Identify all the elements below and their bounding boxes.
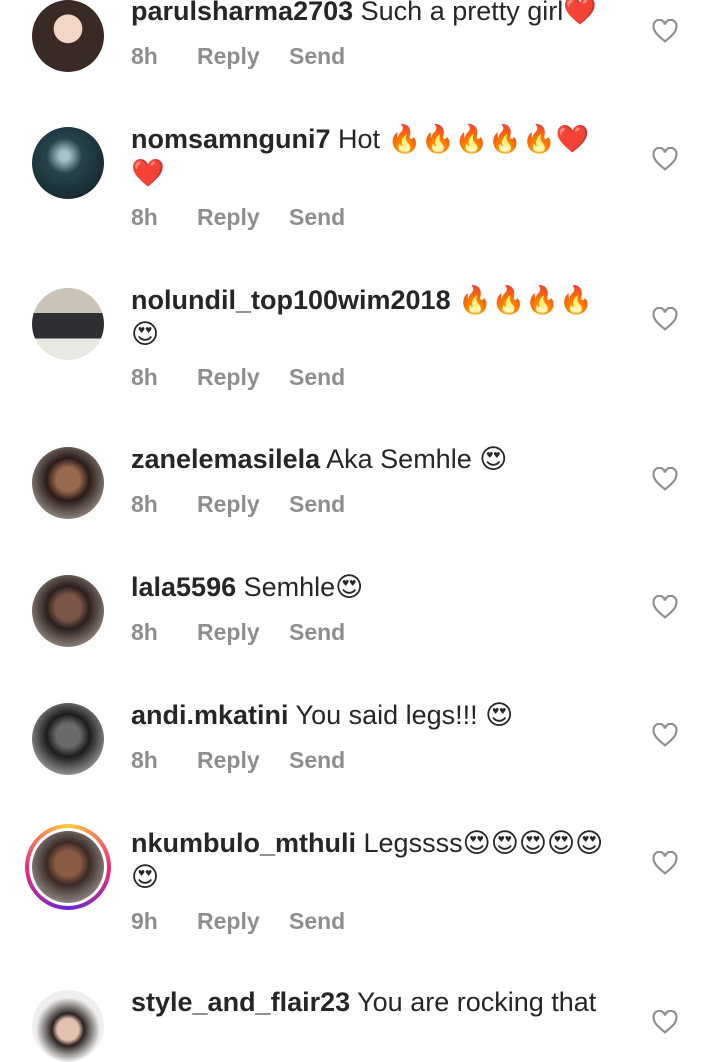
heart-outline-icon[interactable] xyxy=(652,307,678,331)
avatar[interactable] xyxy=(32,0,104,72)
avatar[interactable] xyxy=(32,990,104,1062)
reply-button[interactable]: Reply xyxy=(197,364,289,391)
comment-text: Aka Semhle 😍 xyxy=(326,444,508,474)
send-button[interactable]: Send xyxy=(289,491,345,518)
comment-actions: 8h Reply Send xyxy=(131,364,345,391)
send-button[interactable]: Send xyxy=(289,43,345,70)
comment-actions: 8h Reply Send xyxy=(131,204,345,231)
comment-actions: 8h Reply Send xyxy=(131,747,345,774)
comment-time: 8h xyxy=(131,364,158,390)
avatar[interactable] xyxy=(32,288,104,360)
comment-time: 8h xyxy=(131,43,158,69)
reply-button[interactable]: Reply xyxy=(197,747,289,774)
comment-text: You said legs!!! 😍 xyxy=(295,700,514,730)
send-button[interactable]: Send xyxy=(289,908,345,935)
comment-username[interactable]: parulsharma2703 xyxy=(131,0,353,26)
heart-outline-icon[interactable] xyxy=(652,595,678,619)
avatar[interactable] xyxy=(32,127,104,199)
heart-outline-icon[interactable] xyxy=(652,1010,678,1034)
heart-outline-icon[interactable] xyxy=(652,851,678,875)
comment-actions: 9h Reply Send xyxy=(131,908,345,935)
reply-button[interactable]: Reply xyxy=(197,908,289,935)
comment-username[interactable]: nomsamnguni7 xyxy=(131,124,331,154)
comment-username[interactable]: style_and_flair23 xyxy=(131,987,350,1017)
comment-username[interactable]: lala5596 xyxy=(131,572,236,602)
avatar-story-ring[interactable] xyxy=(25,824,111,910)
comment-text: Such a pretty girl❤️ xyxy=(360,0,597,26)
send-button[interactable]: Send xyxy=(289,364,345,391)
comment-username[interactable]: zanelemasilela xyxy=(131,444,320,474)
send-button[interactable]: Send xyxy=(289,619,345,646)
heart-outline-icon[interactable] xyxy=(652,147,678,171)
comment-time: 8h xyxy=(131,491,158,517)
comment-username[interactable]: andi.mkatini xyxy=(131,700,289,730)
send-button[interactable]: Send xyxy=(289,747,345,774)
avatar[interactable] xyxy=(32,447,104,519)
send-button[interactable]: Send xyxy=(289,204,345,231)
heart-outline-icon[interactable] xyxy=(652,467,678,491)
avatar-ring-inner xyxy=(29,828,107,906)
comment-username[interactable]: nolundil_top100wim2018 xyxy=(131,285,451,315)
comment-actions: 8h Reply Send xyxy=(131,619,345,646)
reply-button[interactable]: Reply xyxy=(197,491,289,518)
comment-actions: 8h Reply Send xyxy=(131,491,345,518)
comment-username[interactable]: nkumbulo_mthuli xyxy=(131,828,356,858)
reply-button[interactable]: Reply xyxy=(197,204,289,231)
avatar[interactable] xyxy=(32,703,104,775)
heart-outline-icon[interactable] xyxy=(652,723,678,747)
comment-time: 9h xyxy=(131,908,158,934)
comment-text: You are rocking that xyxy=(357,987,597,1017)
avatar[interactable] xyxy=(32,575,104,647)
comment-time: 8h xyxy=(131,747,158,773)
comment-time: 8h xyxy=(131,204,158,230)
comment-text: Semhle😍 xyxy=(243,572,364,602)
avatar xyxy=(32,831,104,903)
reply-button[interactable]: Reply xyxy=(197,619,289,646)
comment-time: 8h xyxy=(131,619,158,645)
heart-outline-icon[interactable] xyxy=(652,19,678,43)
reply-button[interactable]: Reply xyxy=(197,43,289,70)
comment-actions: 8h Reply Send xyxy=(131,43,345,70)
